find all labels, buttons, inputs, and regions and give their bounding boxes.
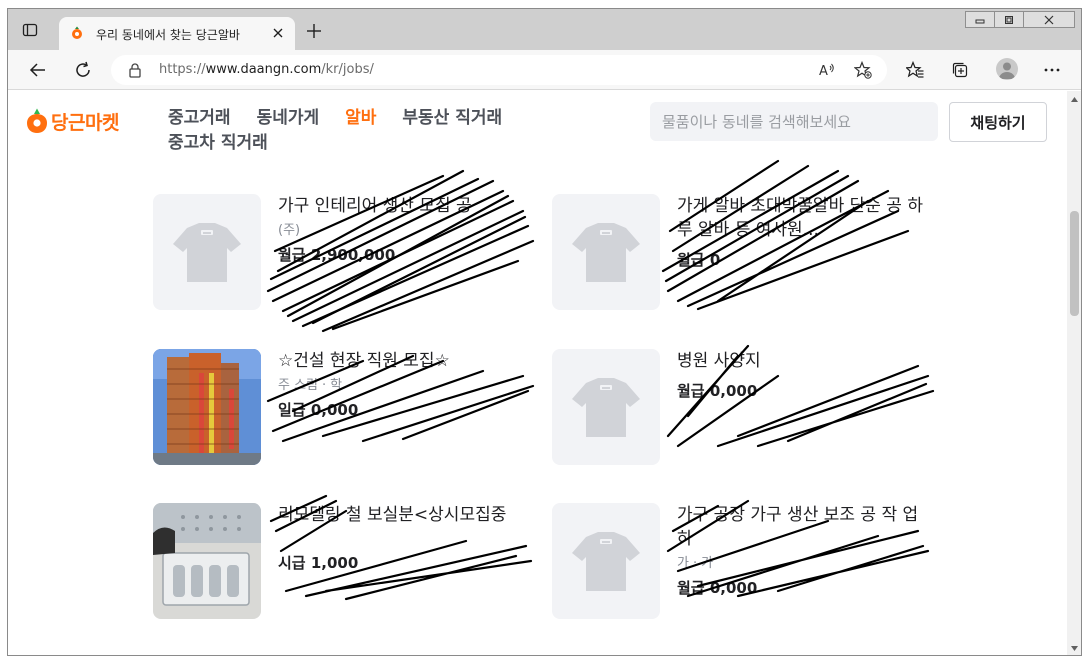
close-window-icon	[1044, 15, 1054, 24]
nav-jobs[interactable]: 알바	[345, 106, 376, 131]
search-input[interactable]	[650, 102, 938, 141]
job-pay: 월급 0,000	[677, 579, 758, 597]
job-pay: 월급 0,000	[677, 382, 758, 400]
nav-real-estate[interactable]: 부동산 직거래	[402, 106, 502, 131]
job-title: 병원 사양지	[677, 351, 761, 371]
scroll-thumb[interactable]	[1070, 211, 1079, 316]
building-photo	[153, 349, 261, 465]
shirt-placeholder-icon	[572, 532, 640, 591]
meta-separator: ·	[692, 556, 698, 571]
shirt-placeholder-icon	[173, 223, 241, 282]
scroll-up-icon[interactable]	[1070, 95, 1079, 104]
job-card[interactable]: 병원 사양지 월급 0,000	[552, 349, 932, 469]
svg-text:A: A	[819, 64, 828, 79]
favorites-icon[interactable]	[906, 61, 924, 79]
shirt-placeholder-icon	[572, 223, 640, 282]
tab-title: 우리 동네에서 찾는 당근알바	[96, 28, 240, 42]
browser-toolbar: https://www.daangn.com/kr/jobs/ A	[8, 50, 1081, 90]
shirt-placeholder-icon	[572, 378, 640, 437]
job-title: 가게 알바 초대박꿀알바 단순 공 하루 알바 등 여사원...	[677, 196, 923, 240]
url-host: www.daangn.com	[205, 62, 322, 77]
close-window-button[interactable]	[1023, 11, 1075, 28]
job-region: 가	[701, 556, 714, 571]
job-info: 가게 알바 초대박꿀알바 단순 공 하루 알바 등 여사원... 월급 0	[677, 194, 927, 270]
meta-separator: ·	[322, 378, 327, 393]
lock-icon[interactable]	[128, 62, 142, 78]
job-pay: 월급 0	[677, 251, 721, 269]
job-pay: 시급 1,000	[278, 554, 359, 572]
new-tab-icon[interactable]	[306, 23, 322, 39]
chat-button[interactable]: 채팅하기	[949, 102, 1047, 142]
logo-text: 당근마켓	[51, 111, 119, 134]
main-nav: 중고거래 동네가게 알바 부동산 직거래중고차 직거래	[168, 106, 588, 156]
scroll-down-icon[interactable]	[1070, 644, 1079, 653]
page-scrollbar[interactable]	[1067, 91, 1081, 655]
tray-photo	[153, 503, 261, 619]
tab-actions-icon[interactable]	[22, 22, 38, 38]
job-pay: 월급 2,900,000	[278, 246, 396, 264]
browser-window: 우리 동네에서 찾는 당근알바 https://www.daangn.com/k…	[7, 8, 1082, 656]
read-aloud-icon[interactable]: A	[818, 61, 836, 79]
url-text[interactable]: https://www.daangn.com/kr/jobs/	[159, 62, 374, 77]
more-options-icon[interactable]	[1043, 61, 1061, 79]
job-company: 주 스림	[278, 378, 319, 393]
tab-strip: 우리 동네에서 찾는 당근알바	[8, 9, 1081, 50]
job-thumbnail	[153, 349, 261, 465]
nav-local-stores[interactable]: 동네가게	[257, 106, 320, 131]
nav-used-trade[interactable]: 중고거래	[168, 106, 231, 131]
add-favorite-icon[interactable]	[854, 61, 872, 79]
job-card[interactable]: ☆건설 현장 직원 모집☆ 주 스림 · 학 일급 0,000	[153, 349, 533, 469]
job-title: 가구 공장 가구 생산 보조 공 작 업 하	[677, 505, 919, 549]
job-thumbnail	[153, 503, 261, 619]
job-title: 리모델링 철 보실분<상시모집중	[278, 505, 507, 525]
job-card[interactable]: 가게 알바 초대박꿀알바 단순 공 하루 알바 등 여사원... 월급 0	[552, 194, 932, 314]
back-icon[interactable]	[29, 61, 47, 79]
address-bar[interactable]: https://www.daangn.com/kr/jobs/ A	[111, 55, 887, 85]
refresh-icon[interactable]	[74, 61, 92, 79]
job-info: 병원 사양지 월급 0,000	[677, 349, 927, 401]
job-info: ☆건설 현장 직원 모집☆ 주 스림 · 학 일급 0,000	[278, 349, 528, 420]
job-info: 가구 인테리어 생산 모집 공 (주) 월급 2,900,000	[278, 194, 528, 265]
job-company: (주)	[278, 223, 301, 238]
restore-icon	[1005, 15, 1013, 24]
minimize-icon	[975, 19, 985, 23]
job-card[interactable]: 가구 인테리어 생산 모집 공 (주) 월급 2,900,000	[153, 194, 533, 314]
job-info: 가구 공장 가구 생산 보조 공 작 업 하 가 · 가 월급 0,000	[677, 503, 927, 598]
job-company: 가	[677, 556, 689, 571]
job-pay: 일급 0,000	[278, 401, 359, 419]
job-meta: 주 스림 · 학	[278, 376, 528, 395]
url-scheme: https://	[159, 62, 206, 77]
job-info: 리모델링 철 보실분<상시모집중 시급 1,000	[278, 503, 528, 573]
job-card[interactable]: 가구 공장 가구 생산 보조 공 작 업 하 가 · 가 월급 0,000	[552, 503, 932, 623]
close-tab-icon[interactable]	[271, 26, 285, 40]
job-thumbnail	[552, 349, 660, 465]
job-title: ☆건설 현장 직원 모집☆	[278, 351, 450, 371]
nav-used-cars[interactable]: 중고차 직거래	[168, 131, 268, 156]
job-thumbnail	[552, 503, 660, 619]
restore-button[interactable]	[994, 11, 1024, 28]
job-meta: (주)	[278, 221, 528, 240]
collections-icon[interactable]	[951, 61, 969, 79]
job-meta: 가 · 가	[677, 554, 927, 573]
browser-tab[interactable]: 우리 동네에서 찾는 당근알바	[59, 17, 295, 50]
user-icon	[999, 62, 1015, 79]
job-region: 학	[330, 378, 343, 393]
url-path: /kr/jobs/	[321, 62, 374, 77]
job-thumbnail	[153, 194, 261, 310]
minimize-button[interactable]	[965, 11, 995, 28]
window-controls	[965, 11, 1075, 28]
job-thumbnail	[552, 194, 660, 310]
profile-avatar[interactable]	[996, 58, 1018, 80]
daangn-logo[interactable]: 당근마켓	[26, 106, 119, 136]
carrot-favicon-icon	[72, 26, 82, 39]
carrot-logo-icon	[27, 108, 47, 133]
job-card[interactable]: 리모델링 철 보실분<상시모집중 시급 1,000	[153, 503, 533, 623]
page-viewport: 당근마켓 중고거래 동네가게 알바 부동산 직거래중고차 직거래 채팅하기 가구 인테…	[8, 91, 1067, 655]
job-title: 가구 인테리어 생산 모집 공	[278, 196, 472, 216]
